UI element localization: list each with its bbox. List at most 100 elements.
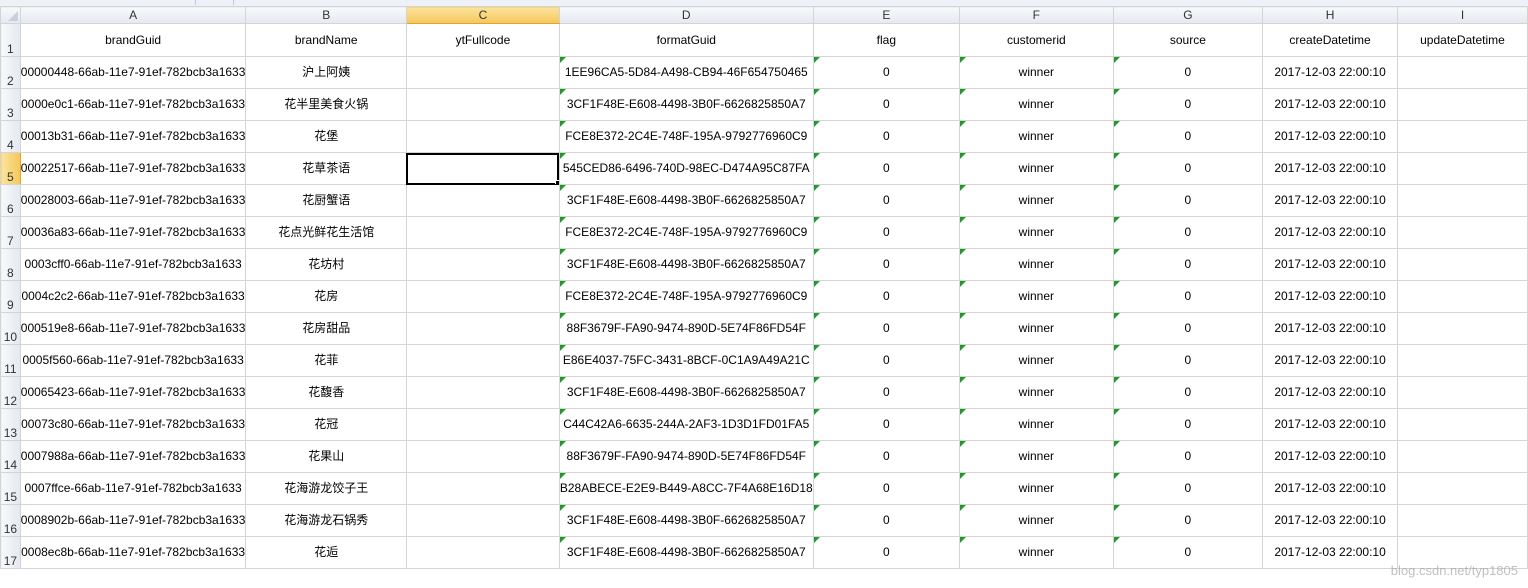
grid-cell[interactable]: winner [959, 504, 1114, 537]
grid-cell[interactable] [1397, 280, 1528, 313]
row-header[interactable]: 7 [0, 216, 21, 249]
grid-cell[interactable]: 花菲 [245, 344, 407, 377]
grid-cell[interactable]: 0 [1112, 280, 1264, 313]
grid-cell[interactable]: winner [959, 152, 1114, 185]
grid-cell[interactable]: 88F3679F-FA90-9474-890D-5E74F86FD54F [558, 312, 814, 345]
grid-cell[interactable]: 0 [812, 536, 961, 569]
grid-cell[interactable] [1397, 344, 1528, 377]
column-header-f[interactable]: F [959, 6, 1114, 24]
row-header[interactable]: 14 [0, 440, 21, 473]
grid-cell[interactable] [1397, 184, 1528, 217]
grid-cell[interactable] [1397, 504, 1528, 537]
grid-cell[interactable]: winner [959, 312, 1114, 345]
grid-cell[interactable]: 花冠 [245, 408, 407, 441]
grid-cell[interactable]: winner [959, 344, 1114, 377]
grid-cell[interactable]: winner [959, 280, 1114, 313]
grid-cell[interactable]: 2017-12-03 22:00:10 [1262, 472, 1398, 505]
grid-cell[interactable]: 3CF1F48E-E608-4498-3B0F-6626825850A7 [558, 504, 814, 537]
grid-cell[interactable]: FCE8E372-2C4E-748F-195A-9792776960C9 [558, 280, 814, 313]
row-header[interactable]: 10 [0, 312, 21, 345]
grid-cell[interactable] [1397, 376, 1528, 409]
grid-cell[interactable]: 2017-12-03 22:00:10 [1262, 120, 1398, 153]
grid-cell[interactable]: 545CED86-6496-740D-98EC-D474A95C87FA [558, 152, 814, 185]
grid-cell[interactable] [1397, 216, 1528, 249]
grid-cell[interactable]: 1EE96CA5-5D84-A498-CB94-46F654750465 [558, 56, 814, 89]
grid-cell[interactable]: 0 [812, 152, 961, 185]
grid-cell[interactable]: 花海游龙石锅秀 [245, 504, 407, 537]
grid-cell[interactable] [1397, 88, 1528, 121]
grid-cell[interactable]: 0 [1112, 472, 1264, 505]
grid-cell[interactable]: 0 [812, 120, 961, 153]
row-header[interactable]: 5 [0, 152, 21, 185]
grid-cell[interactable]: 0 [812, 88, 961, 121]
grid-cell[interactable]: 00022517-66ab-11e7-91ef-782bcb3a1633 [19, 152, 247, 185]
grid-cell[interactable]: 0 [1112, 536, 1264, 569]
grid-cell[interactable]: 2017-12-03 22:00:10 [1262, 536, 1398, 569]
column-header-h[interactable]: H [1262, 6, 1398, 24]
grid-cell[interactable]: 花点光鲜花生活馆 [245, 216, 407, 249]
grid-cell[interactable]: 2017-12-03 22:00:10 [1262, 440, 1398, 473]
grid-cell[interactable]: 花半里美食火锅 [245, 88, 407, 121]
grid-cell[interactable]: winner [959, 472, 1114, 505]
grid-cell[interactable]: 0 [812, 248, 961, 281]
row-header[interactable]: 1 [0, 23, 21, 57]
column-title-cell[interactable]: formatGuid [558, 23, 814, 57]
grid-cell[interactable] [1397, 120, 1528, 153]
grid-cell[interactable]: 花坊村 [245, 248, 407, 281]
grid-cell[interactable]: 0 [1112, 152, 1264, 185]
grid-cell[interactable]: 花房甜品 [245, 312, 407, 345]
grid-cell[interactable]: 0 [1112, 248, 1264, 281]
grid-cell[interactable] [405, 408, 560, 441]
grid-cell[interactable]: 0007988a-66ab-11e7-91ef-782bcb3a1633 [19, 440, 247, 473]
column-title-cell[interactable]: brandName [245, 23, 407, 57]
grid-cell[interactable]: 0 [1112, 440, 1264, 473]
row-header[interactable]: 12 [0, 376, 21, 409]
row-header[interactable]: 9 [0, 280, 21, 313]
grid-cell[interactable] [1397, 56, 1528, 89]
grid-cell[interactable]: 0007ffce-66ab-11e7-91ef-782bcb3a1633 [19, 472, 247, 505]
grid-cell[interactable]: 2017-12-03 22:00:10 [1262, 152, 1398, 185]
grid-cell[interactable]: winner [959, 536, 1114, 569]
column-title-cell[interactable]: ytFullcode [405, 23, 560, 57]
grid-cell[interactable]: 0 [812, 344, 961, 377]
grid-cell[interactable]: 3CF1F48E-E608-4498-3B0F-6626825850A7 [558, 248, 814, 281]
grid-cell[interactable]: 00000448-66ab-11e7-91ef-782bcb3a1633 [19, 56, 247, 89]
grid-cell[interactable]: winner [959, 376, 1114, 409]
row-header[interactable]: 4 [0, 120, 21, 153]
grid-cell[interactable]: 0008902b-66ab-11e7-91ef-782bcb3a1633 [19, 504, 247, 537]
grid-cell[interactable] [1397, 152, 1528, 185]
grid-cell[interactable]: 花果山 [245, 440, 407, 473]
grid-cell[interactable]: 0 [1112, 344, 1264, 377]
column-header-c[interactable]: C [405, 6, 560, 24]
grid-cell[interactable] [405, 216, 560, 249]
grid-cell[interactable]: 0 [1112, 120, 1264, 153]
grid-cell[interactable]: winner [959, 216, 1114, 249]
grid-cell[interactable]: E86E4037-75FC-3431-8BCF-0C1A9A49A21C [558, 344, 814, 377]
grid-cell[interactable] [405, 152, 560, 185]
grid-cell[interactable] [405, 472, 560, 505]
column-title-cell[interactable]: flag [812, 23, 961, 57]
grid-cell[interactable]: 0005f560-66ab-11e7-91ef-782bcb3a1633 [19, 344, 247, 377]
grid-cell[interactable]: 3CF1F48E-E608-4498-3B0F-6626825850A7 [558, 88, 814, 121]
grid-cell[interactable] [405, 312, 560, 345]
grid-cell[interactable]: C44C42A6-6635-244A-2AF3-1D3D1FD01FA5 [558, 408, 814, 441]
grid-cell[interactable]: 2017-12-03 22:00:10 [1262, 56, 1398, 89]
grid-cell[interactable]: 3CF1F48E-E608-4498-3B0F-6626825850A7 [558, 376, 814, 409]
grid-cell[interactable] [405, 504, 560, 537]
grid-cell[interactable]: 花馥香 [245, 376, 407, 409]
row-header[interactable]: 6 [0, 184, 21, 217]
grid-cell[interactable] [405, 88, 560, 121]
grid-cell[interactable]: 0000e0c1-66ab-11e7-91ef-782bcb3a1633 [19, 88, 247, 121]
column-header-i[interactable]: I [1397, 6, 1528, 24]
grid-cell[interactable] [405, 344, 560, 377]
column-title-cell[interactable]: brandGuid [19, 23, 247, 57]
row-header[interactable]: 15 [0, 472, 21, 505]
grid-cell[interactable] [405, 536, 560, 569]
column-header-b[interactable]: B [245, 6, 407, 24]
grid-cell[interactable]: 0 [812, 280, 961, 313]
grid-cell[interactable]: 花房 [245, 280, 407, 313]
grid-cell[interactable]: 3CF1F48E-E608-4498-3B0F-6626825850A7 [558, 536, 814, 569]
grid-cell[interactable]: 000519e8-66ab-11e7-91ef-782bcb3a1633 [19, 312, 247, 345]
grid-cell[interactable]: 花草茶语 [245, 152, 407, 185]
column-header-e[interactable]: E [812, 6, 961, 24]
